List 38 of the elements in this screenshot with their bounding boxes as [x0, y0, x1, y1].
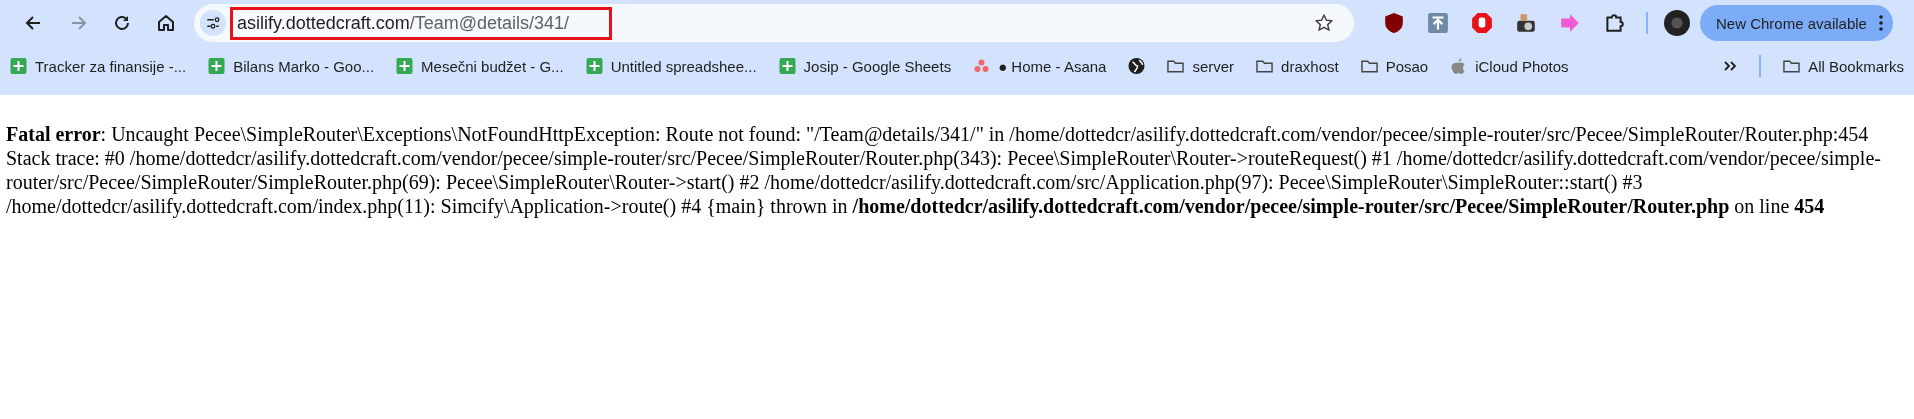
home-icon[interactable]: [156, 13, 176, 33]
profile-avatar-icon[interactable]: [1664, 10, 1690, 36]
bookmark-item[interactable]: iCloud Photos: [1450, 57, 1569, 75]
spreadsheet-icon: [396, 58, 414, 74]
folder-icon: [1783, 58, 1801, 74]
reload-icon[interactable]: [112, 13, 132, 33]
bookmark-item[interactable]: Tracker za finansije -...: [10, 57, 187, 75]
spreadsheet-icon: [585, 58, 603, 74]
address-bar[interactable]: asilify.dottedcraft.com/Team@details/341/: [194, 4, 1354, 42]
stop-hand-icon[interactable]: [1471, 12, 1493, 34]
folder-icon: [1167, 58, 1185, 74]
url-text[interactable]: asilify.dottedcraft.com/Team@details/341/: [230, 6, 613, 40]
site-settings-icon[interactable]: [200, 10, 226, 36]
camera-icon[interactable]: [1515, 12, 1537, 34]
error-message: Fatal error: Uncaught Pecee\SimpleRouter\Exceptions\NotFoundHttpException: Route not found: "/Team@details/341/" in /home/dottedcr/asilify.dottedcraft.com/vendor/pecee/simple-router/src/Pecee/SimpleRouter/Router.php:454 Stack trace: #0 /home/dottedcr/asilify.dottedcraft.com/vendor/pecee/simple-router/src/Pecee/SimpleRouter/Router.php(343): Pecee\SimpleRouter\Router->routeRequest() #1 /home/dottedcr/asilify.dottedcraft.com/vendor/pecee/simple-router/src/Pecee/SimpleRouter/SimpleRouter.php(69): Pecee\SimpleRouter\Router->start() #2 /home/dottedcr/asilify.dottedcraft.com/src/Application.php(97): Pecee\SimpleRouter\SimpleRouter::start() #3 /home/dottedcr/asilify.dottedcraft.com/index.php(11): Simcify\Application->route() #4 {main} thrown in /home/dottedcr/asilify.dottedcraft.com/vendor/pecee/simple-router/src/Pecee/SimpleRouter/Router.php on line 454: [5, 122, 1882, 218]
more-bookmarks-icon[interactable]: [1723, 60, 1738, 72]
bookmark-item[interactable]: draxhost: [1256, 57, 1339, 75]
bookmark-item[interactable]: Posao: [1360, 57, 1429, 75]
update-button[interactable]: New Chrome available: [1700, 5, 1893, 41]
bookmark-item[interactable]: Josip - Google Sheets: [778, 57, 952, 75]
spreadsheet-icon: [208, 58, 226, 74]
shield-extension-icon[interactable]: [1383, 12, 1405, 34]
bookmark-item[interactable]: Mesečni budžet - G...: [396, 57, 564, 75]
bookmark-item[interactable]: Untitled spreadshee...: [585, 57, 757, 75]
bookmark-star-icon[interactable]: [1314, 13, 1334, 33]
menu-icon[interactable]: [1878, 15, 1883, 31]
globe-icon[interactable]: [1128, 58, 1146, 74]
bookmark-item[interactable]: ● Home - Asana: [973, 57, 1107, 75]
upload-extension-icon[interactable]: [1427, 12, 1449, 34]
extensions-icon[interactable]: [1603, 12, 1625, 34]
spreadsheet-icon: [778, 58, 796, 74]
all-bookmarks-folder[interactable]: All Bookmarks: [1783, 57, 1904, 75]
folder-icon: [1360, 58, 1378, 74]
three-dots-logo-icon: [973, 58, 991, 74]
bookmark-item[interactable]: server: [1167, 57, 1235, 75]
bookmark-item[interactable]: Bilans Marko - Goo...: [208, 57, 375, 75]
folder-icon: [1256, 58, 1274, 74]
spreadsheet-icon: [10, 58, 27, 74]
